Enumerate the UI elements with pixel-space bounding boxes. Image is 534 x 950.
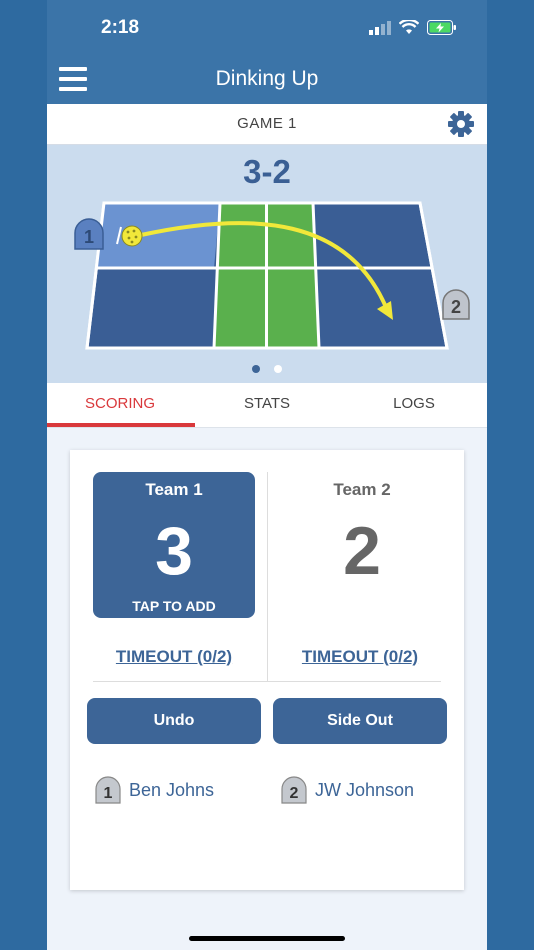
team-1-score: 3 xyxy=(155,513,193,589)
tap-to-add-label: TAP TO ADD xyxy=(132,598,216,614)
player-1-name: Ben Johns xyxy=(129,779,215,800)
status-icons xyxy=(369,20,457,35)
undo-button[interactable]: Undo xyxy=(87,698,261,744)
game-title: GAME 1 xyxy=(237,115,297,132)
tab-logs[interactable]: LOGS xyxy=(341,395,487,412)
player-1-marker-icon: 1 xyxy=(74,218,104,250)
team-1-score-button[interactable]: Team 1 3 TAP TO ADD xyxy=(93,472,255,618)
pickleball-icon xyxy=(121,225,143,247)
player-2-badge-icon: 2 xyxy=(281,776,307,804)
battery-charging-icon xyxy=(427,20,456,35)
team-1-name: Team 1 xyxy=(145,480,203,499)
tab-scoring[interactable]: SCORING xyxy=(47,395,193,412)
cellular-signal-icon xyxy=(369,20,391,35)
status-time: 2:18 xyxy=(101,17,140,38)
team-1-timeout-link[interactable]: TIMEOUT (0/2) xyxy=(93,647,255,667)
tab-stats[interactable]: STATS xyxy=(194,395,340,412)
tab-bar: SCORING STATS LOGS xyxy=(47,383,487,428)
nav-bar: Dinking Up xyxy=(47,58,487,104)
svg-text:1: 1 xyxy=(104,785,113,802)
svg-text:1: 1 xyxy=(84,227,94,247)
page-dot-active[interactable] xyxy=(251,365,260,373)
player-2-name: JW Johnson xyxy=(315,779,415,800)
team-2-name: Team 2 xyxy=(333,480,391,499)
svg-text:2: 2 xyxy=(290,785,299,802)
team-2-score: 2 xyxy=(343,513,381,589)
player-1-row: 1 Ben Johns xyxy=(95,776,214,804)
svg-text:2: 2 xyxy=(451,297,461,317)
player-1-badge-icon: 1 xyxy=(95,776,121,804)
active-tab-indicator xyxy=(47,423,195,427)
home-indicator[interactable] xyxy=(189,936,345,941)
scoring-card: Team 1 3 TAP TO ADD Team 2 2 TIMEOUT (0/… xyxy=(70,450,464,890)
status-bar: 2:18 xyxy=(47,0,487,58)
gear-icon[interactable] xyxy=(447,110,475,138)
app-screen: 2:18 Dinking Up GAME 1 1 2 3-2 SCORING S… xyxy=(47,0,487,950)
wifi-icon xyxy=(399,20,419,34)
team-divider xyxy=(267,472,268,682)
player-2-row: 2 JW Johnson xyxy=(281,776,414,804)
team-2-score-button[interactable]: Team 2 2 xyxy=(281,472,443,618)
court-panel: 1 2 3-2 xyxy=(47,145,487,383)
app-title: Dinking Up xyxy=(215,67,319,90)
page-indicator[interactable] xyxy=(47,360,487,378)
side-out-button[interactable]: Side Out xyxy=(273,698,447,744)
player-2-marker-icon: 2 xyxy=(442,289,470,320)
match-score: 3-2 xyxy=(243,153,291,190)
highlighted-service-box xyxy=(96,203,220,268)
section-divider xyxy=(93,681,441,682)
page-dot[interactable] xyxy=(274,365,283,373)
game-header: GAME 1 xyxy=(47,104,487,145)
team-2-timeout-link[interactable]: TIMEOUT (0/2) xyxy=(279,647,441,667)
